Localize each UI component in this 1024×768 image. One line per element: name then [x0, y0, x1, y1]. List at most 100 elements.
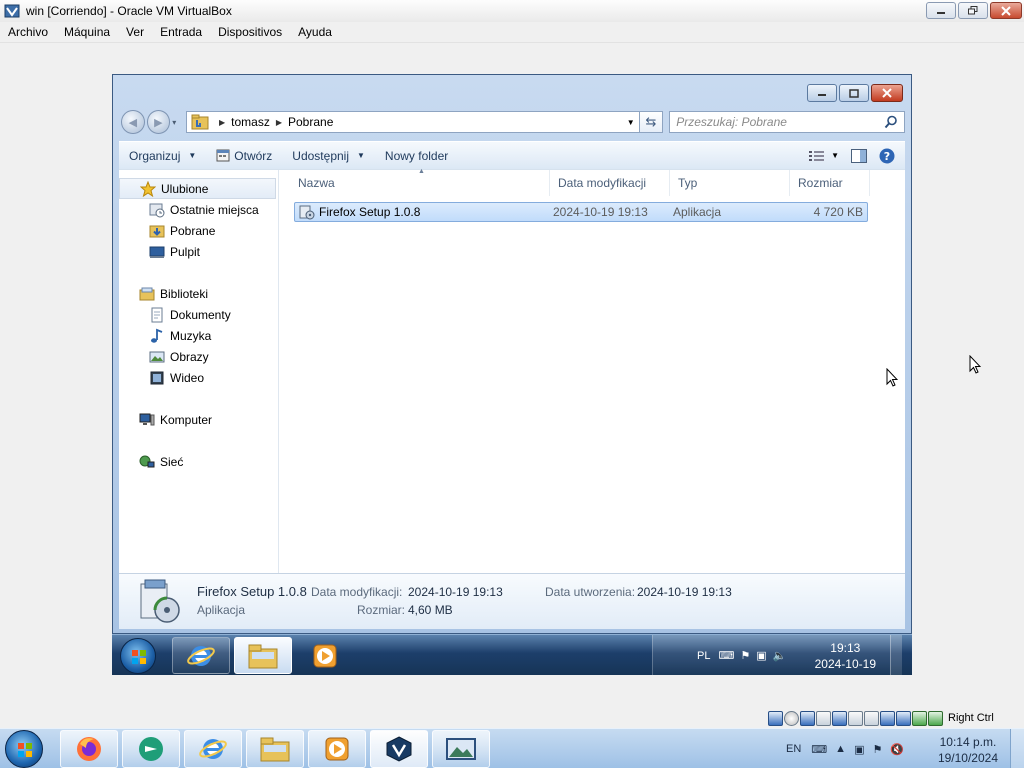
open-button[interactable]: Otwórz	[206, 149, 282, 163]
display-icon[interactable]	[864, 710, 879, 726]
guest-start-button[interactable]	[120, 638, 156, 674]
nav-item-downloads[interactable]: Pobrane	[119, 220, 278, 241]
breadcrumb-pobrane[interactable]: Pobrane	[288, 115, 333, 129]
host-language-indicator[interactable]: EN	[786, 743, 801, 755]
network-adapter-icon[interactable]	[816, 710, 831, 726]
guest-taskbar-ie[interactable]	[172, 637, 230, 674]
network-status-icon[interactable]: ▣	[854, 743, 864, 756]
menu-ayuda[interactable]: Ayuda	[290, 22, 340, 43]
refresh-button[interactable]: ⇆	[639, 111, 664, 133]
guest-screen[interactable]: ◀ ▶ ▾ ▶ tomasz ▶ Pobrane ▼ ⇆ Przeszukaj:…	[112, 74, 912, 675]
organize-button[interactable]: Organizuj ▼	[119, 149, 206, 163]
menu-archivo[interactable]: Archivo	[0, 22, 56, 43]
guest-clock[interactable]: 19:13 2024-10-19	[815, 640, 876, 672]
organize-label: Organizuj	[129, 148, 181, 163]
keyboard-icon[interactable]: ⌨	[811, 743, 827, 756]
host-start-button[interactable]	[5, 730, 43, 768]
column-modified[interactable]: Data modyfikacji	[550, 170, 670, 196]
guest-language-indicator[interactable]: PL	[697, 650, 710, 662]
star-icon	[140, 180, 156, 197]
file-row[interactable]: Firefox Setup 1.0.8 2024-10-19 19:13 Apl…	[294, 202, 868, 222]
host-key-icon[interactable]	[928, 710, 943, 726]
mouse-integration-icon[interactable]	[912, 710, 927, 726]
back-button[interactable]: ◀	[121, 110, 145, 134]
host-taskbar-app[interactable]	[122, 730, 180, 768]
host-taskbar-firefox[interactable]	[60, 730, 118, 768]
file-list[interactable]: ▲ Nazwa Data modyfikacji Typ Rozmiar Fir…	[280, 168, 905, 574]
view-options-button[interactable]: ▼	[809, 150, 839, 162]
host-taskbar-explorer[interactable]	[246, 730, 304, 768]
host-taskbar-ie[interactable]	[184, 730, 242, 768]
usb-icon[interactable]	[832, 710, 847, 726]
navigation-pane: Ulubione Ostatnie miejsca Pobrane Pulpit	[119, 170, 279, 574]
file-size: 4 720 KB	[813, 205, 863, 219]
nav-item-desktop[interactable]: Pulpit	[119, 241, 278, 262]
guest-taskbar-media-player[interactable]	[296, 637, 354, 674]
host-taskbar: EN ⌨ ▲ ▣ ⚑ 🔇 10:14 p.m. 19/10/2024	[0, 728, 1024, 768]
guest-show-desktop-button[interactable]	[890, 635, 902, 675]
menu-ver[interactable]: Ver	[118, 22, 152, 43]
breadcrumb-tomasz[interactable]: tomasz	[231, 115, 270, 129]
nav-item-favorites[interactable]: Ulubione	[119, 178, 276, 199]
nav-item-network[interactable]: Sieć	[119, 451, 278, 472]
search-icon[interactable]	[884, 115, 898, 129]
menu-entrada[interactable]: Entrada	[152, 22, 210, 43]
shared-folders-icon[interactable]	[848, 710, 863, 726]
installer-icon	[299, 205, 315, 220]
column-type[interactable]: Typ	[670, 170, 790, 196]
explorer-close-button[interactable]	[871, 84, 903, 102]
host-key-label: Right Ctrl	[948, 712, 994, 724]
hard-disk-icon[interactable]	[768, 710, 783, 726]
network-status-icon[interactable]: ▣	[756, 649, 766, 662]
show-hidden-icons-chevron-icon[interactable]: ▲	[835, 743, 846, 755]
action-center-flag-icon[interactable]: ⚑	[740, 649, 750, 662]
minimize-icon	[937, 11, 945, 14]
nav-desktop-label: Pulpit	[170, 244, 201, 259]
vt-x-icon[interactable]	[896, 710, 911, 726]
audio-icon[interactable]	[800, 710, 815, 726]
new-folder-button[interactable]: Nowy folder	[375, 149, 458, 163]
video-capture-icon[interactable]	[880, 710, 895, 726]
host-taskbar-media-player[interactable]	[308, 730, 366, 768]
volume-muted-icon[interactable]: 🔇	[890, 743, 904, 756]
internet-explorer-icon	[187, 645, 215, 666]
column-size[interactable]: Rozmiar	[790, 170, 870, 196]
nav-item-documents[interactable]: Dokumenty	[119, 304, 278, 325]
nav-item-pictures[interactable]: Obrazy	[119, 346, 278, 367]
nav-item-videos[interactable]: Wideo	[119, 367, 278, 388]
address-bar[interactable]: ▶ tomasz ▶ Pobrane ▼	[186, 111, 640, 133]
preview-pane-icon[interactable]	[851, 148, 867, 163]
nav-network-label: Sieć	[160, 454, 184, 469]
help-icon[interactable]: ?	[879, 148, 895, 164]
host-show-desktop-button[interactable]	[1010, 729, 1024, 768]
action-center-flag-icon[interactable]: ⚑	[872, 743, 882, 756]
volume-icon[interactable]: 🔈	[773, 649, 787, 662]
file-name: Firefox Setup 1.0.8	[319, 205, 421, 219]
restore-button[interactable]	[958, 2, 988, 19]
minimize-button[interactable]	[926, 2, 956, 19]
menu-dispositivos[interactable]: Dispositivos	[210, 22, 290, 43]
optical-drive-icon[interactable]	[784, 710, 799, 726]
forward-button[interactable]: ▶	[146, 110, 171, 134]
libraries-icon	[139, 287, 155, 300]
nav-item-music[interactable]: Muzyka	[119, 325, 278, 346]
address-dropdown-icon[interactable]: ▼	[627, 118, 635, 127]
keyboard-icon[interactable]: ⌨	[718, 649, 734, 662]
explorer-folder-icon	[248, 644, 278, 668]
recent-pages-dropdown[interactable]: ▾	[172, 118, 182, 127]
share-button[interactable]: Udostępnij ▼	[282, 149, 375, 163]
explorer-minimize-button[interactable]	[807, 84, 837, 102]
host-taskbar-virtualbox[interactable]	[370, 730, 428, 768]
close-button[interactable]	[990, 2, 1022, 19]
explorer-maximize-button[interactable]	[839, 84, 869, 102]
column-name[interactable]: Nazwa	[280, 170, 550, 196]
search-input[interactable]: Przeszukaj: Pobrane	[669, 111, 905, 133]
nav-item-recent-places[interactable]: Ostatnie miejsca	[119, 199, 278, 220]
nav-item-computer[interactable]: Komputer	[119, 409, 278, 430]
menu-maquina[interactable]: Máquina	[56, 22, 118, 43]
host-clock[interactable]: 10:14 p.m. 19/10/2024	[938, 734, 998, 766]
guest-taskbar-explorer[interactable]	[234, 637, 292, 674]
host-taskbar-photos[interactable]	[432, 730, 490, 768]
nav-item-libraries[interactable]: Biblioteki	[119, 283, 278, 304]
internet-explorer-icon	[199, 739, 227, 759]
